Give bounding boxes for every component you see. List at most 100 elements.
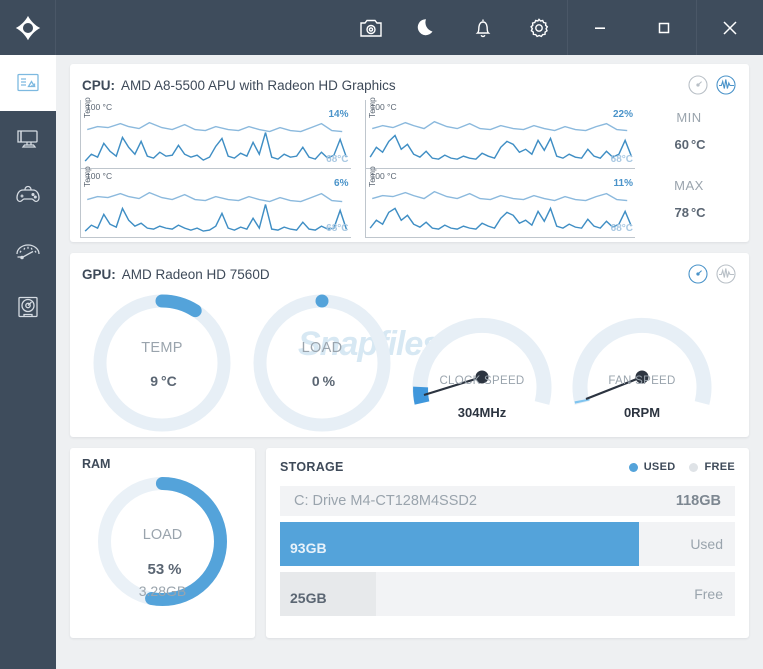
- monitor-icon: [17, 130, 38, 148]
- core-1-plot: [84, 121, 348, 162]
- storage-used-value: 93GB: [290, 539, 327, 556]
- core-4-plot: [369, 190, 632, 230]
- graph-view-icon[interactable]: [715, 74, 737, 96]
- core-temp-value: 68°C: [610, 154, 633, 165]
- moon-icon[interactable]: [399, 0, 455, 55]
- cpu-min-stat: MIN 60 °C: [672, 110, 705, 159]
- gpu-fan-value: 0RPM: [623, 405, 661, 420]
- cpu-min-label: MIN: [676, 109, 702, 125]
- sidebar-item-storage[interactable]: [0, 279, 56, 335]
- legend-used-dot: [628, 462, 638, 472]
- gpu-gauges: TEMP 9 °C LOAD 0% CLOCK SPEED 304MHz FAN…: [70, 289, 749, 437]
- gpu-temp-gauge: TEMP 9 °C: [82, 291, 242, 437]
- core-3-plot: [84, 191, 348, 232]
- storage-drive-row[interactable]: C: Drive M4-CT128M4SSD2 118GB: [280, 486, 735, 516]
- storage-legend: USED FREE: [628, 461, 735, 473]
- storage-used-fill: 93GB: [280, 522, 640, 566]
- storage-panel: STORAGE USED FREE C: Drive M4-CT128M4SSD…: [266, 448, 749, 638]
- gauge-icon: [16, 244, 40, 260]
- core-load-value: 11%: [613, 178, 633, 189]
- cpu-core-graph: 100 °C Temp 22% 68°C: [364, 97, 635, 169]
- gpu-clock-label: CLOCK SPEED: [439, 375, 525, 387]
- ram-donut: LOAD 53% 3.28GB: [70, 471, 255, 626]
- storage-header: STORAGE USED FREE: [280, 460, 735, 474]
- core-temp-value: 68°C: [326, 223, 349, 234]
- minimize-button[interactable]: [568, 0, 632, 55]
- gpu-view-toggles: [687, 263, 737, 285]
- sidebar-item-desktop[interactable]: [0, 111, 56, 167]
- cpu-title: CPU: AMD A8-5500 APU with Radeon HD Graph…: [82, 78, 396, 93]
- legend-free: FREE: [689, 461, 735, 473]
- bell-icon[interactable]: [455, 0, 511, 55]
- ram-panel: RAM LOAD 53% 3.28GB: [70, 448, 255, 638]
- core-load-value: 6%: [334, 178, 349, 189]
- sidebar-item-dashboard[interactable]: [0, 55, 56, 111]
- dashboard-icon: [17, 73, 39, 92]
- storage-used-tag: Used: [690, 536, 723, 552]
- cpu-max-value: 78 °C: [674, 204, 706, 220]
- gpu-load-gauge: LOAD 0%: [242, 291, 402, 437]
- legend-free-dot: [689, 462, 699, 472]
- legend-free-label: FREE: [704, 461, 735, 473]
- storage-free-fill: 25GB: [280, 572, 376, 616]
- sidebar: [0, 55, 56, 669]
- graph-view-icon[interactable]: [715, 263, 737, 285]
- storage-free-tag: Free: [694, 586, 723, 602]
- cpu-core-graph: 100 °C Temp 14% 68°C: [80, 97, 351, 169]
- ram-load-value: 53%: [147, 561, 182, 578]
- ram-used-bytes: 3.28GB: [138, 583, 187, 599]
- gpu-label: GPU:: [82, 266, 116, 282]
- app-window: CPU: AMD A8-5500 APU with Radeon HD Graph…: [0, 0, 763, 669]
- sidebar-item-benchmark[interactable]: [0, 223, 56, 279]
- window-controls: [568, 0, 763, 55]
- legend-used: USED: [628, 461, 676, 473]
- cpu-core-graphs: 100 °C Temp 14% 68°C 100 °C Temp 22% 68°…: [80, 97, 635, 238]
- core-2-plot: [369, 120, 632, 160]
- gpu-panel: GPU: AMD Radeon HD 7560D Snapfiles TEMP …: [70, 253, 749, 437]
- sidebar-item-games[interactable]: [0, 167, 56, 223]
- close-button[interactable]: [697, 0, 763, 55]
- gpu-fan-gauge: FAN SPEED 0RPM: [562, 291, 722, 437]
- storage-free-value: 25GB: [290, 589, 327, 606]
- gpu-fan-label: FAN SPEED: [608, 375, 676, 387]
- gauge-view-icon[interactable]: [687, 263, 709, 285]
- cpu-min-value: 60 °C: [674, 136, 706, 152]
- gpu-title: GPU: AMD Radeon HD 7560D: [82, 267, 270, 282]
- gear-icon[interactable]: [511, 0, 567, 55]
- app-logo-icon: [15, 15, 40, 40]
- gpu-clock-gauge: CLOCK SPEED 304MHz: [402, 291, 562, 437]
- legend-used-label: USED: [643, 461, 676, 473]
- cpu-panel-header: CPU: AMD A8-5500 APU with Radeon HD Graph…: [70, 64, 749, 100]
- bottom-row: RAM LOAD 53% 3.28GB STORAGE USED FREE C:…: [70, 448, 749, 638]
- gamepad-icon: [16, 185, 40, 203]
- storage-title: STORAGE: [280, 460, 344, 474]
- core-load-value: 22%: [612, 109, 633, 120]
- storage-drive-name: C: Drive M4-CT128M4SSD2: [294, 493, 477, 509]
- cpu-panel: CPU: AMD A8-5500 APU with Radeon HD Graph…: [70, 64, 749, 242]
- storage-used-bar: 93GB Used: [280, 522, 735, 566]
- disk-icon: [18, 296, 38, 318]
- maximize-button[interactable]: [632, 0, 696, 55]
- cpu-model: AMD A8-5500 APU with Radeon HD Graphics: [121, 77, 396, 93]
- gpu-panel-header: GPU: AMD Radeon HD 7560D: [70, 253, 749, 289]
- cpu-max-label: MAX: [674, 177, 704, 193]
- storage-free-bar: 25GB Free: [280, 572, 735, 616]
- dashboard-content: CPU: AMD A8-5500 APU with Radeon HD Graph…: [56, 55, 763, 669]
- cpu-temp-stats: MIN 60 °C MAX 78 °C: [635, 100, 739, 236]
- cpu-max-stat: MAX 78 °C: [672, 178, 705, 227]
- cpu-label: CPU:: [82, 77, 115, 93]
- cpu-view-toggles: [687, 74, 737, 96]
- screenshot-icon[interactable]: [343, 0, 399, 55]
- title-bar: [0, 0, 763, 55]
- app-logo: [0, 0, 56, 55]
- core-load-value: 14%: [328, 109, 349, 120]
- gpu-model: AMD Radeon HD 7560D: [121, 266, 270, 282]
- storage-drive-size: 118GB: [675, 493, 721, 509]
- core-temp-value: 68°C: [610, 223, 633, 234]
- gpu-clock-value: 304MHz: [457, 405, 507, 420]
- core-temp-value: 68°C: [326, 154, 349, 165]
- gauge-view-icon[interactable]: [687, 74, 709, 96]
- cpu-core-graph: 100 °C Temp 6% 68°C: [80, 166, 351, 238]
- title-bar-actions: [343, 0, 567, 55]
- gpu-load-value: 0%: [311, 373, 336, 389]
